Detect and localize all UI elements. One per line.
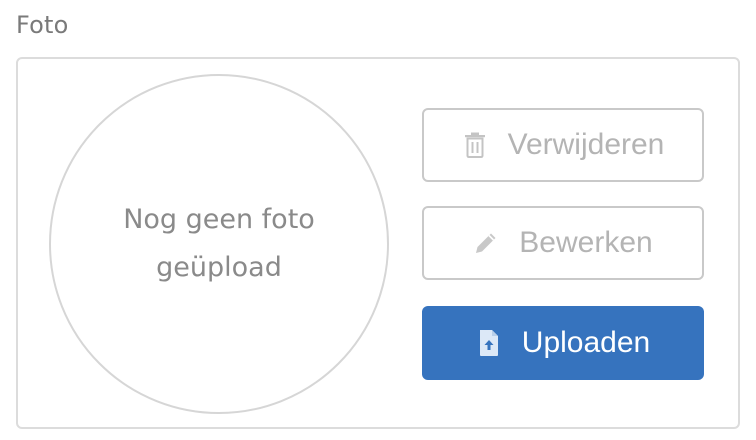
photo-field-label: Foto	[16, 11, 69, 39]
delete-photo-button[interactable]: Verwijderen	[422, 108, 704, 182]
pencil-icon	[473, 228, 499, 258]
trash-icon	[462, 130, 488, 160]
upload-photo-button[interactable]: Uploaden	[422, 306, 704, 380]
upload-photo-label: Uploaden	[521, 326, 651, 359]
edit-photo-label: Bewerken	[519, 226, 653, 259]
photo-placeholder-text: Nog geen foto geüpload	[123, 204, 315, 283]
edit-photo-button[interactable]: Bewerken	[422, 206, 704, 280]
delete-photo-label: Verwijderen	[507, 128, 665, 161]
file-upload-icon	[476, 328, 502, 358]
photo-placeholder: Nog geen foto geüpload	[49, 74, 389, 414]
